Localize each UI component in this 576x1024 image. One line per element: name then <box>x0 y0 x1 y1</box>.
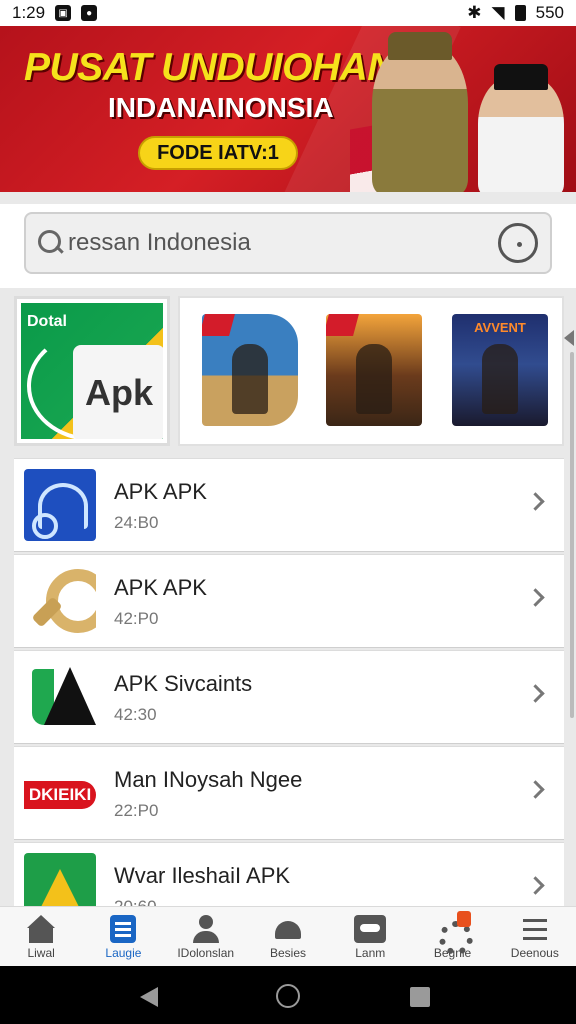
nav-item-android[interactable]: Besies <box>247 907 329 966</box>
banner-button[interactable]: FODE IATV:1 <box>138 136 298 170</box>
game-character <box>482 344 518 414</box>
game-badge <box>202 314 235 336</box>
nav-label: IDolonslan <box>177 946 235 960</box>
chevron-right-icon <box>526 876 545 895</box>
app-subtitle: 24:B0 <box>114 513 159 532</box>
status-bar: 1:29 ▣ ● ✱ ◥ 550 <box>0 0 576 26</box>
app-list: APK APK 24:B0 APK APK 42:P0 APK Sivcaint… <box>14 458 564 938</box>
game-thumbnail[interactable] <box>326 314 422 426</box>
apk-logo-image: Dotal Apk <box>21 303 163 439</box>
apk-card-label: Apk <box>73 345 163 439</box>
nav-item-profile[interactable]: IDolonslan <box>165 907 247 966</box>
home-icon <box>25 915 57 943</box>
notification-icon: ▣ <box>55 5 72 21</box>
app-subtitle: 42:P0 <box>114 609 159 628</box>
chevron-right-icon <box>526 588 545 607</box>
home-button-icon[interactable] <box>276 984 300 1008</box>
system-nav-bar <box>0 966 576 1024</box>
nav-item-chat[interactable]: Lanm <box>329 907 411 966</box>
nav-label: Besies <box>269 946 306 960</box>
featured-row: Dotal Apk AVVENT <box>0 290 576 450</box>
nav-item-document[interactable]: Laugie <box>82 907 164 966</box>
list-item[interactable]: APK APK 42:P0 <box>14 554 564 648</box>
search-section <box>0 204 576 288</box>
game-thumbnail[interactable]: AVVENT <box>452 314 548 426</box>
battery-icon <box>514 5 526 21</box>
status-left: 1:29 ▣ ● <box>12 3 98 23</box>
apk-featured-tile[interactable]: Dotal Apk <box>14 296 170 446</box>
scrollbar[interactable] <box>570 352 574 718</box>
banner-subtitle: INDANAINONSIA <box>108 92 334 123</box>
chevron-right-icon <box>526 780 545 799</box>
game-title: AVVENT <box>474 320 526 335</box>
bluetooth-icon: ✱ <box>467 3 482 22</box>
list-item[interactable]: DKIEIKI Man INoysah Ngee 22:P0 <box>14 746 564 840</box>
key-icon <box>24 565 96 637</box>
game-character <box>356 344 392 414</box>
banner-cap <box>388 32 452 60</box>
android-icon <box>272 915 304 943</box>
back-icon[interactable] <box>140 987 158 1007</box>
banner-title: PUSAT UNDUIOHAN <box>24 46 395 89</box>
app-title: APK APK <box>114 575 207 600</box>
nav-label: Laugie <box>105 946 142 960</box>
banner-peci-cap <box>494 64 548 90</box>
nav-item-home[interactable]: Liwal <box>0 907 82 966</box>
carousel-left-arrow-icon[interactable] <box>562 330 576 350</box>
app-title: APK APK <box>114 479 207 504</box>
battery-text: 550 <box>535 3 564 22</box>
green-triangle-icon <box>24 661 96 733</box>
nav-item-menu[interactable]: Deenous <box>494 907 576 966</box>
chevron-right-icon <box>526 684 545 703</box>
game-thumbnail[interactable] <box>202 314 298 426</box>
search-input[interactable] <box>68 229 498 257</box>
list-item[interactable]: APK APK 24:B0 <box>14 458 564 552</box>
recent-apps-icon[interactable] <box>410 987 430 1007</box>
menu-icon <box>519 915 551 943</box>
list-item[interactable]: APK Sivcaints 42:30 <box>14 650 564 744</box>
search-bar[interactable] <box>24 212 552 274</box>
status-right: ✱ ◥ 550 <box>467 3 564 23</box>
app-subtitle: 42:30 <box>114 705 157 724</box>
blue-a-icon <box>24 469 96 541</box>
nav-label: Deenous <box>510 946 559 960</box>
bottom-nav: Liwal Laugie IDolonslan Besies Lanm Begn… <box>0 906 576 966</box>
nav-label: Lanm <box>355 946 386 960</box>
document-icon <box>110 915 137 943</box>
app-title: Wvar IleshaiI APK <box>114 863 291 888</box>
red-logo-icon: DKIEIKI <box>24 757 96 829</box>
person-icon <box>190 915 222 943</box>
red-logo-text: DKIEIKI <box>24 781 96 809</box>
app-subtitle: 22:P0 <box>114 801 159 820</box>
nav-item-settings[interactable]: Begnle <box>411 907 493 966</box>
app-notification-icon: ● <box>81 5 98 21</box>
status-time: 1:29 <box>12 3 46 22</box>
chevron-right-icon <box>526 492 545 511</box>
chat-icon <box>354 915 387 943</box>
search-icon <box>38 230 64 256</box>
game-badge <box>326 314 359 336</box>
app-title: Man INoysah Ngee <box>114 767 303 792</box>
gear-icon <box>437 911 473 955</box>
nav-label: Liwal <box>27 946 55 960</box>
app-title: APK Sivcaints <box>114 671 253 696</box>
games-carousel: AVVENT <box>178 296 564 446</box>
apk-small-label: Dotal <box>27 313 67 330</box>
game-character <box>232 344 268 414</box>
promo-banner[interactable]: PUSAT UNDUIOHAN INDANAINONSIA FODE IATV:… <box>0 26 576 192</box>
wifi-icon: ◥ <box>491 3 505 22</box>
banner-person-student <box>478 76 564 192</box>
search-button-icon[interactable] <box>498 223 538 263</box>
banner-person-soldier <box>372 44 468 192</box>
